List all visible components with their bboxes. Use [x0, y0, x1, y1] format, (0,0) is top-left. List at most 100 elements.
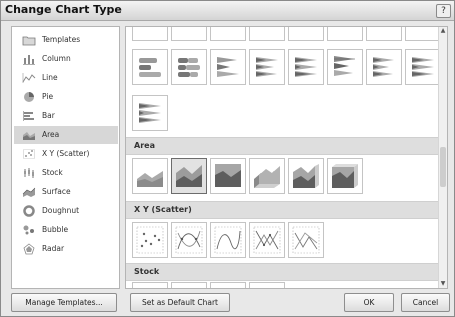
category-label: Line [42, 73, 58, 82]
radar-chart-icon [23, 243, 35, 255]
category-pie[interactable]: Pie [14, 88, 118, 106]
chart-gallery: Area X Y (Scatter) Stock ▲ ▼ [125, 26, 448, 289]
chart-thumb-stock-partial[interactable] [132, 282, 168, 288]
category-label: Radar [42, 244, 65, 253]
stock-chart-icon [24, 168, 34, 178]
chart-thumb-100-stacked-cylinder-bar[interactable] [132, 95, 168, 131]
ok-button[interactable]: OK [344, 293, 394, 312]
dialog-title: Change Chart Type [5, 3, 122, 16]
category-label: Doughnut [42, 206, 80, 215]
category-xy-scatter[interactable]: X Y (Scatter) [14, 145, 118, 163]
section-header-xy-scatter: X Y (Scatter) [126, 201, 439, 219]
chart-thumb-partial[interactable] [366, 27, 402, 41]
scroll-up-arrow-icon[interactable]: ▲ [439, 27, 447, 35]
chart-thumb-100-stacked-cone-bar[interactable] [288, 49, 324, 85]
category-templates[interactable]: Templates [14, 31, 118, 49]
section-header-area: Area [126, 137, 439, 155]
category-label: Stock [42, 168, 63, 177]
bar-pyramid-icon [334, 56, 355, 76]
scatter-straight-markers-icon [253, 226, 281, 254]
pie-chart-icon [24, 92, 34, 102]
chart-thumb-scatter-straight-lines[interactable] [288, 222, 324, 258]
chart-thumb-partial[interactable] [288, 27, 324, 41]
chart-thumb-100-stacked-area[interactable] [210, 158, 246, 194]
category-label: Templates [42, 35, 81, 44]
scrollbar-thumb[interactable] [440, 147, 446, 187]
category-label: Area [42, 130, 60, 139]
chart-thumb-scatter-smooth-markers[interactable] [171, 222, 207, 258]
cancel-button[interactable]: Cancel [401, 293, 450, 312]
chart-thumb-stock-partial[interactable] [249, 282, 285, 288]
area-chart-icon [23, 132, 35, 140]
category-label: Surface [42, 187, 71, 196]
chart-thumb-3d-area[interactable] [249, 158, 285, 194]
category-bubble[interactable]: Bubble [14, 221, 118, 239]
category-label: X Y (Scatter) [42, 149, 90, 158]
chart-thumb-3d-100-stacked-area[interactable] [327, 158, 363, 194]
category-doughnut[interactable]: Doughnut [14, 202, 118, 220]
category-line[interactable]: Line [14, 69, 118, 87]
chart-thumb-3d-stacked-area[interactable] [288, 158, 324, 194]
chart-thumb-stacked-pyramid-bar[interactable] [366, 49, 402, 85]
chart-thumb-area[interactable] [132, 158, 168, 194]
area-chart-thumb-icon [137, 171, 163, 187]
chart-thumb-clustered-pyramid-bar[interactable] [327, 49, 363, 85]
chart-thumb-stacked-cylinder-bar[interactable] [171, 49, 207, 85]
doughnut-chart-icon [23, 205, 35, 217]
category-label: Bubble [42, 225, 69, 234]
chart-thumb-partial[interactable] [327, 27, 363, 41]
scatter-straight-lines-icon [292, 226, 320, 254]
chart-thumb-scatter-markers[interactable] [132, 222, 168, 258]
manage-templates-button[interactable]: Manage Templates... [11, 293, 117, 312]
chart-thumb-clustered-cone-bar[interactable] [210, 49, 246, 85]
bubble-chart-icon [23, 225, 34, 235]
chart-thumb-scatter-straight-markers[interactable] [249, 222, 285, 258]
chart-thumb-100-stacked-pyramid-bar[interactable] [405, 49, 441, 85]
column-chart-icon [23, 55, 35, 65]
stacked-area-chart-thumb-icon [176, 165, 202, 187]
full-stacked-area-chart-thumb-icon [215, 164, 241, 187]
category-radar[interactable]: Radar [14, 240, 118, 258]
area-3d-chart-thumb-icon [254, 166, 280, 188]
chart-thumb-partial[interactable] [171, 27, 207, 41]
category-label: Column [42, 54, 71, 63]
surface-chart-icon [22, 187, 36, 197]
chart-thumb-clustered-cylinder-bar[interactable] [132, 49, 168, 85]
scatter-chart-icon [23, 149, 35, 159]
folder-icon [22, 36, 36, 46]
bar-pyramid-stacked-icon [373, 57, 394, 77]
chart-thumb-partial[interactable] [249, 27, 285, 41]
gallery-scrollbar[interactable]: ▲ ▼ [438, 27, 447, 288]
category-surface[interactable]: Surface [14, 183, 118, 201]
scroll-down-arrow-icon[interactable]: ▼ [439, 280, 447, 288]
scatter-markers-icon [136, 226, 164, 254]
chart-thumb-partial[interactable] [405, 27, 441, 41]
chart-thumb-partial[interactable] [132, 27, 168, 41]
bar-cone-icon [217, 57, 239, 77]
category-column[interactable]: Column [14, 50, 118, 68]
bar-cone-stacked-icon [256, 57, 278, 77]
chart-category-list: Templates Column Line Pie Bar Area X Y (… [11, 26, 120, 289]
category-bar[interactable]: Bar [14, 107, 118, 125]
chart-thumb-partial[interactable] [210, 27, 246, 41]
bar-chart-icon [23, 111, 34, 121]
line-chart-icon [22, 73, 36, 83]
set-default-chart-button[interactable]: Set as Default Chart [130, 293, 230, 312]
chart-thumb-stacked-area[interactable] [171, 158, 207, 194]
category-stock[interactable]: Stock [14, 164, 118, 182]
chart-thumb-stock-partial[interactable] [171, 282, 207, 288]
scatter-smooth-markers-icon [175, 226, 203, 254]
title-bar[interactable]: Change Chart Type ? [1, 1, 454, 21]
stacked-area-3d-chart-thumb-icon [293, 164, 319, 188]
chart-thumb-stacked-cone-bar[interactable] [249, 49, 285, 85]
help-button[interactable]: ? [436, 4, 451, 18]
full-stacked-area-3d-chart-thumb-icon [332, 164, 358, 188]
chart-thumb-scatter-smooth-lines[interactable] [210, 222, 246, 258]
bar-cone-100-icon [295, 57, 317, 77]
scatter-smooth-lines-icon [214, 226, 242, 254]
chart-thumb-stock-partial[interactable] [210, 282, 246, 288]
bar-cylinder-stacked-icon [178, 58, 200, 77]
section-header-stock: Stock [126, 263, 439, 281]
category-area[interactable]: Area [14, 126, 118, 144]
bar-pyramid-100-icon [412, 57, 434, 77]
